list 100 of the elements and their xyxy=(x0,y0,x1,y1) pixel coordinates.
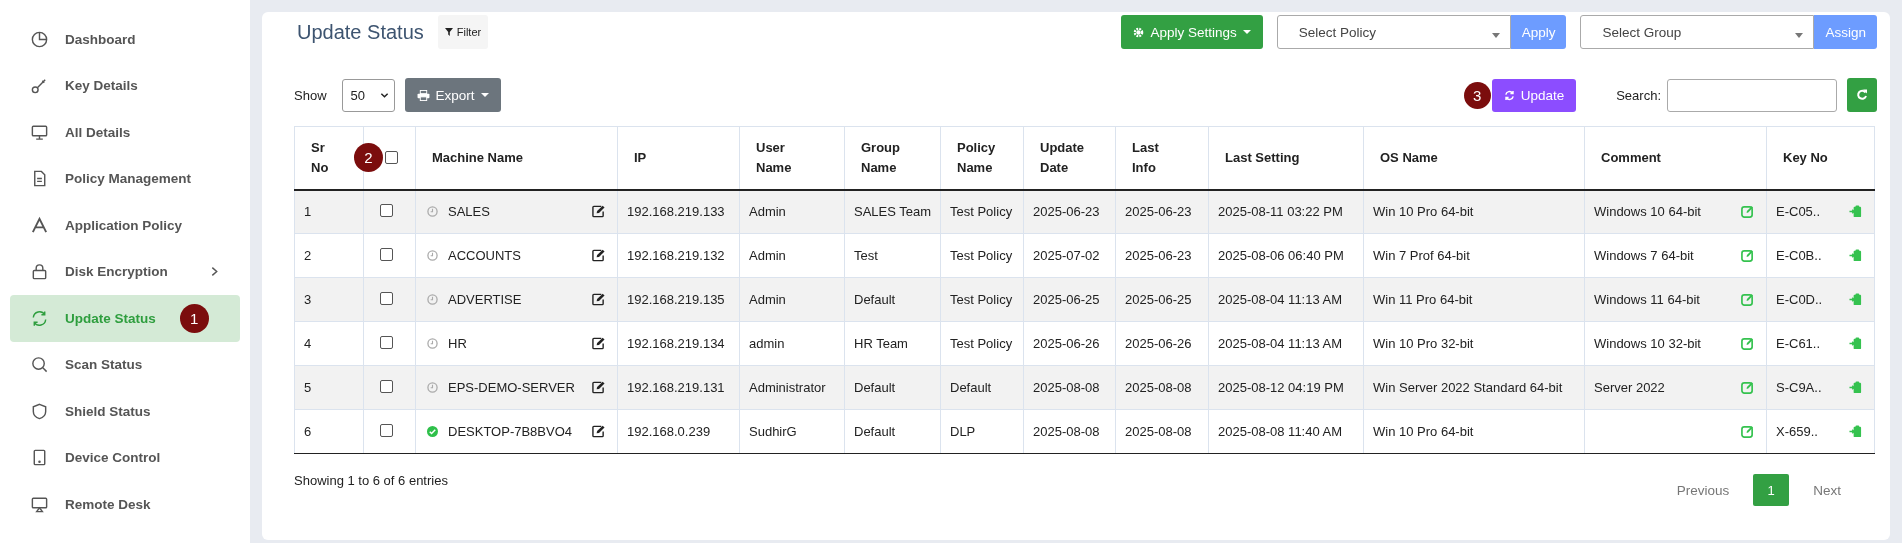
next-link[interactable]: Next xyxy=(1789,482,1865,498)
table-cell: Default xyxy=(940,365,1024,410)
previous-link[interactable]: Previous xyxy=(1652,482,1754,498)
edit-icon[interactable] xyxy=(592,337,605,350)
key-number: E-C61.. xyxy=(1776,336,1821,351)
page-size-select[interactable]: 50 xyxy=(341,78,395,112)
table-cell: 192.168.219.134 xyxy=(617,321,740,366)
table-cell: 192.168.219.132 xyxy=(617,233,740,278)
clipboard-icon[interactable] xyxy=(1849,205,1862,219)
table-cell: SudhirG xyxy=(739,409,845,454)
table-cell: 2025-08-06 06:40 PM xyxy=(1208,233,1364,278)
column-header: Update Date xyxy=(1023,126,1116,190)
table-cell: Default xyxy=(844,409,941,454)
select-all-checkbox[interactable] xyxy=(385,151,398,165)
clipboard-icon[interactable] xyxy=(1849,293,1862,306)
table-cell: 2025-08-04 11:13 AM xyxy=(1208,321,1364,366)
sidebar-item[interactable]: Dashboard xyxy=(10,16,240,63)
table-cell: 1 xyxy=(294,189,364,234)
edit-icon[interactable] xyxy=(592,293,605,306)
sidebar-item[interactable]: Scan Status xyxy=(10,341,240,388)
table-cell: Administrator xyxy=(739,365,845,410)
table-cell: Win 10 Pro 32-bit xyxy=(1363,321,1585,366)
table-cell: 4 xyxy=(294,321,364,366)
row-checkbox[interactable] xyxy=(380,247,393,261)
machine-name: HR xyxy=(448,336,468,351)
table-cell: Admin xyxy=(739,189,845,234)
column-header: Last Setting xyxy=(1208,126,1364,190)
policy-select[interactable]: Select Policy xyxy=(1276,15,1511,49)
row-checkbox[interactable] xyxy=(380,423,393,437)
refresh-icon xyxy=(1856,89,1868,101)
key-number: E-C0D.. xyxy=(1776,292,1823,307)
table-cell: 2025-06-26 xyxy=(1023,321,1116,366)
edit-icon[interactable] xyxy=(592,205,605,219)
row-checkbox[interactable] xyxy=(380,203,393,217)
group-select[interactable]: Select Group xyxy=(1580,15,1815,49)
table-cell: Test Policy xyxy=(940,277,1024,322)
column-header: Key No xyxy=(1766,126,1875,190)
sidebar-item[interactable]: Update Status 1 xyxy=(10,295,240,342)
table-cell: 2025-08-11 03:22 PM xyxy=(1208,189,1364,234)
column-header: IP xyxy=(617,126,740,190)
lock-icon xyxy=(30,262,49,282)
row-checkbox[interactable] xyxy=(380,291,393,305)
entries-info: Showing 1 to 6 of 6 entries xyxy=(294,472,448,488)
refresh-icon xyxy=(30,308,49,328)
clipboard-icon[interactable] xyxy=(1849,337,1862,350)
column-header: Last Info xyxy=(1115,126,1209,190)
update-button[interactable]: Update xyxy=(1491,78,1577,112)
filter-button[interactable]: Filter xyxy=(437,15,489,49)
caret-icon xyxy=(1491,32,1500,38)
table-cell: 192.168.219.131 xyxy=(617,365,740,410)
letter-icon xyxy=(30,215,49,235)
sidebar-item[interactable]: Shield Status xyxy=(10,388,240,435)
table-cell: 2025-06-26 xyxy=(1115,321,1209,366)
table-cell: HR Team xyxy=(844,321,941,366)
sidebar-item[interactable]: Remote Desk xyxy=(10,481,240,528)
table-cell: Default xyxy=(844,277,941,322)
row-checkbox[interactable] xyxy=(380,379,393,393)
key-number: S-C9A.. xyxy=(1776,380,1822,395)
table-cell: 2025-06-23 xyxy=(1115,189,1209,234)
comment-text: Windows 10 32-bit xyxy=(1594,336,1701,351)
clipboard-icon[interactable] xyxy=(1849,425,1862,438)
sidebar-item[interactable]: Key Details xyxy=(10,62,240,109)
table-cell: admin xyxy=(739,321,845,366)
edit-icon[interactable] xyxy=(592,425,605,438)
table-cell: 2025-08-08 xyxy=(1023,409,1116,454)
sidebar-item[interactable]: Device Control xyxy=(10,434,240,481)
table-cell: 2025-06-23 xyxy=(1115,233,1209,278)
machine-name: ADVERTISE xyxy=(448,292,523,307)
edit-icon[interactable] xyxy=(592,249,605,262)
clipboard-icon[interactable] xyxy=(1849,249,1862,262)
key-number: E-C05.. xyxy=(1776,204,1821,220)
sidebar-item[interactable]: Policy Management xyxy=(10,155,240,202)
table-cell: 2025-07-02 xyxy=(1023,233,1116,278)
table-cell: 5 xyxy=(294,365,364,410)
column-header: Machine Name xyxy=(415,126,618,190)
edit-icon[interactable] xyxy=(592,381,605,394)
table-cell: 2025-06-25 xyxy=(1023,277,1116,322)
sidebar-item[interactable]: Application Policy xyxy=(10,202,240,249)
refresh-button[interactable] xyxy=(1847,78,1877,112)
search-icon xyxy=(30,355,49,375)
funnel-icon xyxy=(444,28,453,36)
table-cell: SALES Team xyxy=(844,189,941,234)
machine-name: DESKTOP-7B8BVO4 xyxy=(448,424,574,439)
table-cell: Test Policy xyxy=(940,321,1024,366)
sidebar-item[interactable]: Disk Encryption xyxy=(10,248,240,295)
table-cell: 192.168.0.239 xyxy=(617,409,740,454)
clipboard-icon[interactable] xyxy=(1849,381,1862,394)
row-checkbox[interactable] xyxy=(380,335,393,349)
search-field[interactable] xyxy=(1667,78,1837,112)
table-cell: 2025-08-08 xyxy=(1023,365,1116,410)
export-button[interactable]: Export xyxy=(404,78,501,112)
shield-icon xyxy=(30,401,49,421)
table-cell: Win 10 Pro 64-bit xyxy=(1363,189,1585,234)
table-cell: 192.168.219.133 xyxy=(617,189,740,234)
table-cell: Win 7 Prof 64-bit xyxy=(1363,233,1585,278)
table-cell: 2025-06-23 xyxy=(1023,189,1116,234)
column-header: Group Name xyxy=(844,126,941,190)
sidebar-item[interactable]: All Details xyxy=(10,109,240,156)
table-cell: 3 xyxy=(294,277,364,322)
table-cell: 6 xyxy=(294,409,364,454)
